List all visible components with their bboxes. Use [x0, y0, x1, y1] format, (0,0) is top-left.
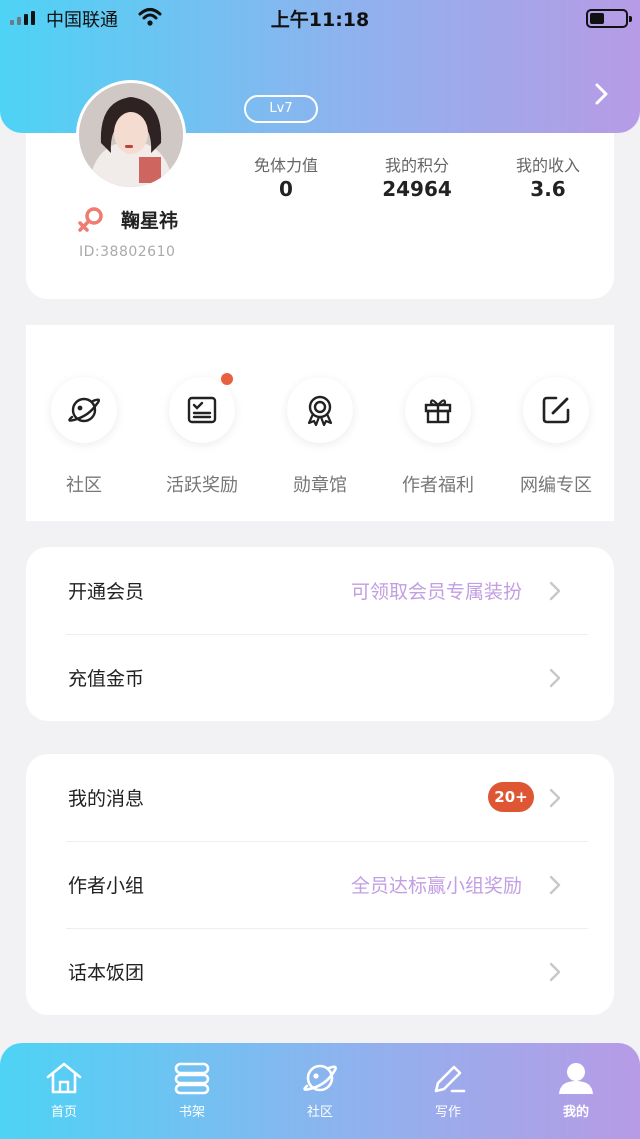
pencil-icon [434, 1065, 466, 1093]
chevron-right-icon [549, 962, 561, 982]
quick-link-activity-rewards[interactable]: 活跃奖励 [152, 373, 252, 497]
tab-mine[interactable]: 我的 [536, 1061, 616, 1120]
stat-value: 3.6 [530, 177, 566, 201]
tab-label: 社区 [306, 1105, 333, 1120]
quick-link-circle [169, 373, 235, 443]
chevron-right-icon [549, 875, 561, 895]
bookshelf-icon [174, 1062, 210, 1095]
avatar[interactable] [76, 80, 186, 190]
tab-bookshelf[interactable]: 书架 [152, 1061, 232, 1120]
quick-link-label: 活跃奖励 [166, 475, 238, 496]
edit-icon [542, 396, 570, 424]
user-icon [559, 1063, 593, 1094]
tab-home[interactable]: 首页 [24, 1061, 104, 1120]
notification-dot [221, 373, 233, 385]
stat-value: 24964 [382, 177, 452, 201]
stat-label: 免体力值 [253, 156, 318, 175]
quick-link-circle [287, 377, 353, 443]
female-icon [78, 207, 103, 232]
level-badge: Lv7 [244, 95, 318, 123]
gift-icon [424, 399, 452, 424]
menu-row-author-group[interactable]: 作者小组 全员达标赢小组奖励 [26, 841, 614, 928]
quick-link-label: 作者福利 [402, 475, 474, 496]
username: 鞠星祎 [121, 210, 179, 232]
tab-community[interactable]: 社区 [280, 1061, 360, 1120]
stat-label: 我的收入 [515, 156, 580, 175]
menu-row-membership[interactable]: 开通会员 可领取会员专属装扮 [26, 547, 614, 634]
quick-link-circle [405, 377, 471, 443]
user-id: ID:38802610 [79, 244, 176, 260]
stat-label: 我的积分 [384, 156, 449, 175]
menu-label: 作者小组 [68, 875, 145, 897]
quick-link-label: 社区 [66, 475, 102, 496]
stat-stamina[interactable]: 免体力值 0 [226, 152, 346, 201]
menu-group-membership: 开通会员 可领取会员专属装扮 充值金币 [26, 547, 614, 721]
planet-icon [303, 1064, 337, 1092]
stat-value: 0 [279, 177, 293, 201]
chevron-right-icon [549, 668, 561, 688]
home-icon [46, 1062, 82, 1094]
tab-bar: 首页 书架 社区 写作 我的 [0, 1043, 640, 1139]
quick-link-label: 网编专区 [520, 475, 592, 496]
checklist-icon [187, 396, 217, 424]
tab-label: 首页 [50, 1105, 77, 1120]
quick-link-editor-zone[interactable]: 网编专区 [506, 377, 606, 497]
planet-icon [68, 397, 101, 423]
menu-row-fantuan[interactable]: 话本饭团 [26, 928, 614, 1015]
medal-icon [307, 395, 333, 427]
menu-label: 开通会员 [68, 581, 145, 603]
quick-link-label: 勋章馆 [293, 475, 347, 496]
menu-row-messages[interactable]: 我的消息 20+ [26, 754, 614, 841]
menu-row-recharge[interactable]: 充值金币 [26, 634, 614, 721]
quick-links-card: 社区 活跃奖励 勋章馆 作者福利 网编专区 [26, 325, 614, 521]
unread-badge: 20+ [488, 782, 534, 812]
chevron-right-icon [549, 581, 561, 601]
tab-label: 我的 [562, 1105, 589, 1120]
status-bar: 中国联通 上午11:18 [0, 0, 640, 36]
tab-write[interactable]: 写作 [408, 1061, 488, 1120]
menu-hint: 全员达标赢小组奖励 [350, 875, 522, 897]
tab-label: 写作 [434, 1105, 461, 1120]
quick-link-circle [523, 377, 589, 443]
status-time: 上午11:18 [270, 9, 370, 31]
stat-income[interactable]: 我的收入 3.6 [488, 152, 608, 201]
tab-label: 书架 [178, 1105, 205, 1120]
menu-label: 话本饭团 [68, 962, 145, 984]
quick-link-author-benefits[interactable]: 作者福利 [388, 377, 488, 497]
quick-link-medal-hall[interactable]: 勋章馆 [270, 377, 370, 497]
menu-group-social: 我的消息 20+ 作者小组 全员达标赢小组奖励 话本饭团 [26, 754, 614, 1015]
battery-icon [586, 9, 632, 28]
menu-hint: 可领取会员专属装扮 [350, 581, 522, 603]
quick-link-community[interactable]: 社区 [34, 377, 134, 497]
chevron-right-icon [549, 788, 561, 808]
menu-label: 充值金币 [68, 668, 145, 690]
chevron-right-icon[interactable] [588, 80, 614, 108]
menu-label: 我的消息 [68, 788, 145, 810]
stat-points[interactable]: 我的积分 24964 [357, 152, 477, 201]
quick-link-circle [51, 377, 117, 443]
